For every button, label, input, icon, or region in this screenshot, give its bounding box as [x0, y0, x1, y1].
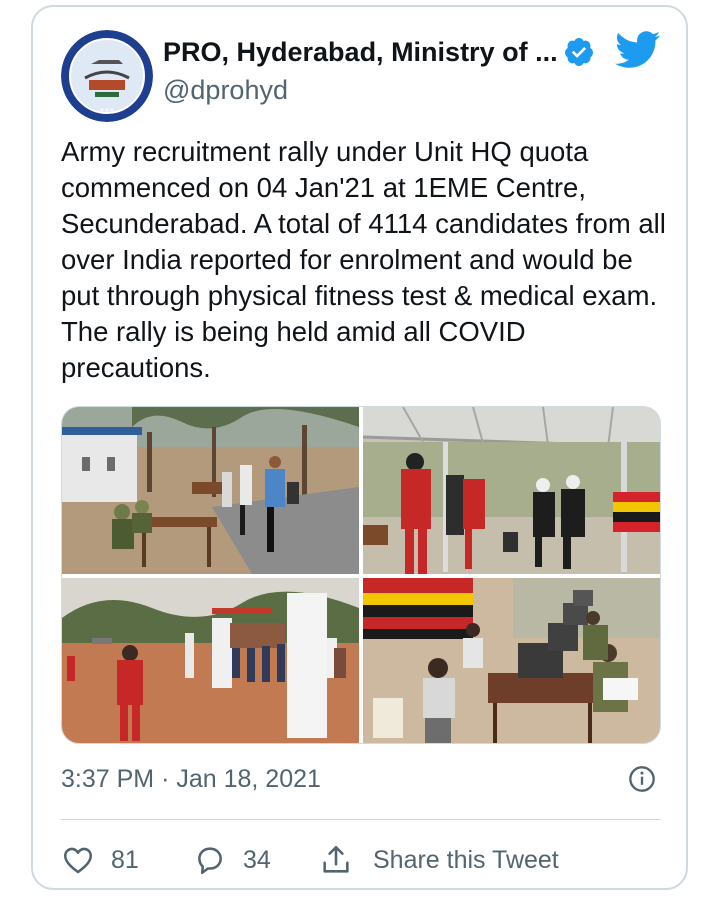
reply-count: 34: [243, 845, 271, 874]
reply-button[interactable]: 34: [193, 840, 271, 880]
divider: [61, 819, 661, 820]
photo-physical-test[interactable]: [62, 578, 359, 743]
twitter-bird-icon[interactable]: [615, 31, 661, 69]
photo-recruitment-queue[interactable]: [62, 407, 359, 574]
tweet-date: Jan 18, 2021: [176, 765, 321, 793]
tweet-card[interactable]: ✦✦✦ PRO, Hyderabad, Ministry of ... @dpr…: [31, 5, 688, 890]
info-icon[interactable]: [628, 765, 656, 793]
author-handle[interactable]: @dprohyd: [163, 75, 288, 106]
like-count: 81: [111, 845, 139, 874]
media-grid[interactable]: [61, 406, 661, 744]
verified-badge-icon: [564, 38, 593, 66]
timestamp-separator: ·: [161, 765, 170, 793]
avatar[interactable]: ✦✦✦: [61, 30, 153, 122]
share-label: Share this Tweet: [373, 845, 559, 874]
heart-icon: [63, 847, 93, 874]
tweet-text: Army recruitment rally under Unit HQ quo…: [61, 136, 666, 383]
share-button[interactable]: Share this Tweet: [319, 840, 559, 880]
like-button[interactable]: 81: [61, 840, 139, 880]
photo-medical-check[interactable]: [363, 578, 660, 743]
tweet-timestamp[interactable]: 3:37 PM · Jan 18, 2021: [61, 765, 321, 794]
svg-text:✦✦✦: ✦✦✦: [99, 107, 114, 114]
action-bar: 81 34 Share this Tweet: [61, 840, 661, 880]
pro-hyderabad-logo: ✦✦✦: [61, 30, 153, 122]
share-icon: [323, 845, 349, 873]
tweet-time: 3:37 PM: [61, 765, 155, 793]
author-name[interactable]: PRO, Hyderabad, Ministry of ...: [163, 37, 558, 68]
photo-tent-registration[interactable]: [363, 407, 660, 574]
reply-bubble-icon: [198, 847, 222, 875]
